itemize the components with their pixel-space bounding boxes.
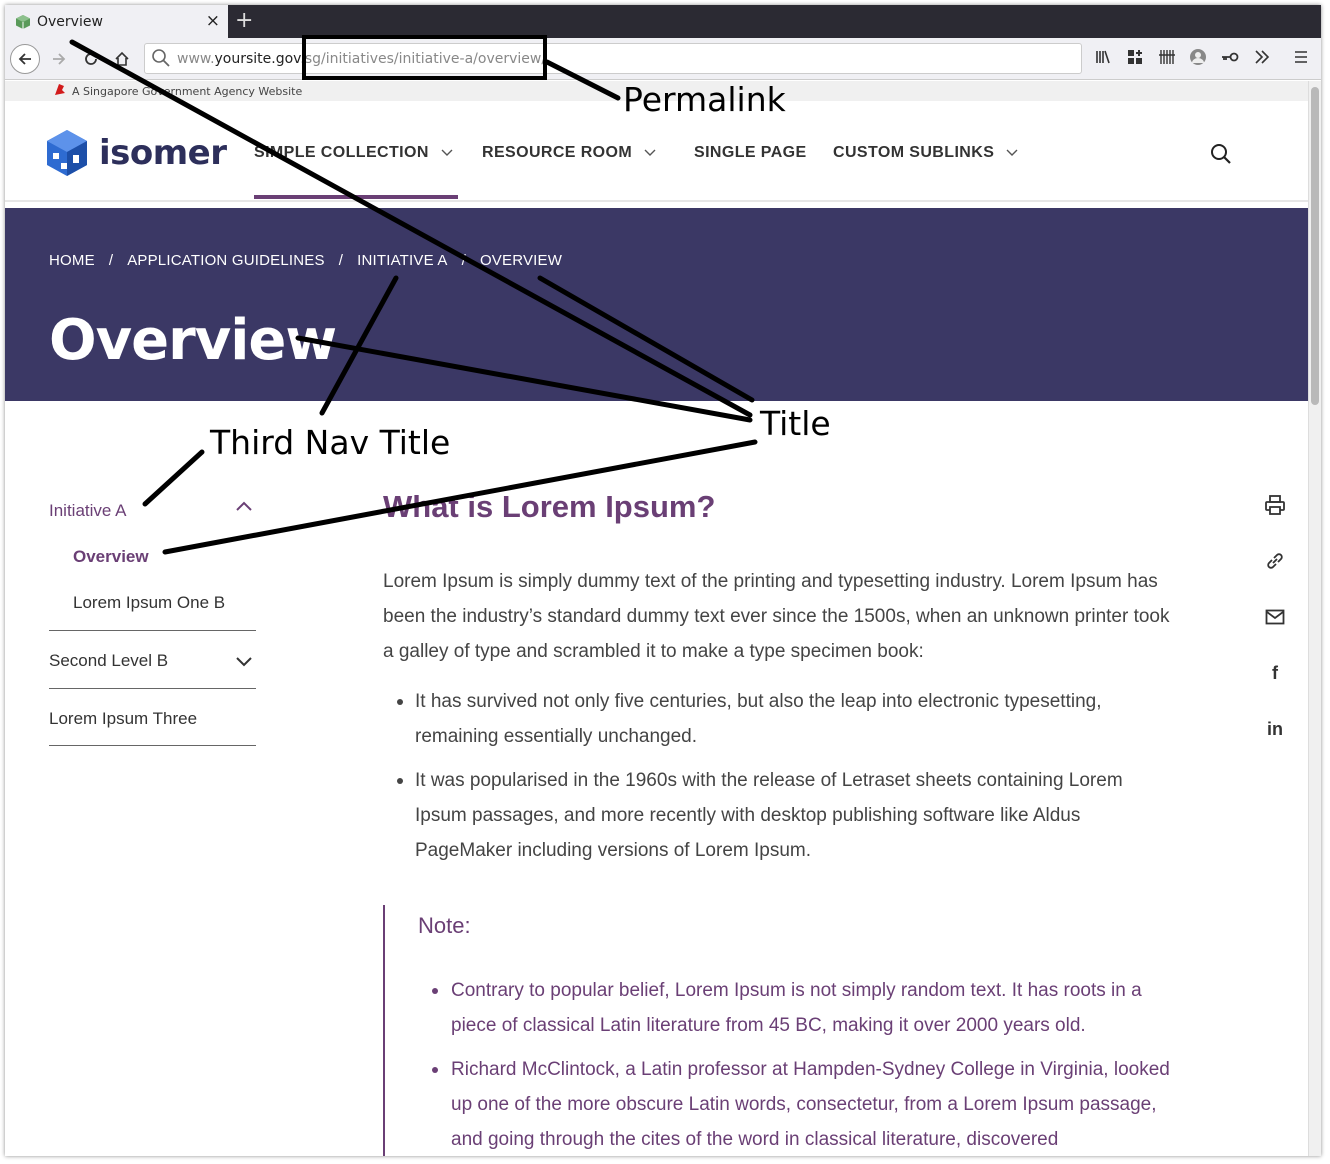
- breadcrumb-application-guidelines[interactable]: APPLICATION GUIDELINES: [127, 252, 325, 269]
- menu-icon[interactable]: [1293, 48, 1309, 70]
- content-heading: What is Lorem Ipsum?: [383, 489, 716, 524]
- home-button[interactable]: [108, 45, 136, 73]
- breadcrumb: HOME / APPLICATION GUIDELINES / INITIATIVE A…: [49, 252, 562, 269]
- search-icon: [152, 49, 170, 67]
- sidebar-divider: [49, 745, 256, 746]
- note-title: Note:: [418, 913, 471, 938]
- page-hero: HOME / APPLICATION GUIDELINES / INITIATIVE A…: [5, 208, 1308, 401]
- nav-label: SINGLE PAGE: [694, 144, 807, 161]
- note-bullet-list: Contrary to popular belief, Lorem Ipsum …: [418, 973, 1178, 1156]
- nav-label: SIMPLE COLLECTION: [254, 144, 429, 161]
- site-search-button[interactable]: [1210, 143, 1232, 169]
- sidebar-item-lorem-ipsum-one-b[interactable]: Lorem Ipsum One B: [73, 593, 225, 613]
- scrollbar-thumb[interactable]: [1311, 87, 1319, 405]
- chevron-down-icon: [640, 145, 656, 160]
- tab-overview[interactable]: Overview ×: [5, 5, 228, 38]
- content-paragraph: Lorem Ipsum is simply dummy text of the …: [383, 571, 1170, 662]
- tab-close-icon[interactable]: ×: [206, 11, 220, 31]
- arrow-right-icon: [53, 53, 66, 65]
- sidebar-item-overview[interactable]: Overview: [73, 547, 149, 567]
- chevron-up-icon[interactable]: [235, 499, 253, 517]
- linkedin-icon: in: [1267, 718, 1283, 739]
- new-tab-button[interactable]: +: [235, 8, 253, 33]
- reload-button[interactable]: [77, 45, 105, 73]
- tab-bar: Overview × +: [5, 5, 1321, 38]
- sidebar-item-lorem-ipsum-three[interactable]: Lorem Ipsum Three: [49, 709, 197, 729]
- search-icon: [1211, 144, 1231, 164]
- nav-resource-room[interactable]: RESOURCE ROOM: [482, 144, 656, 162]
- copy-link-button[interactable]: [1263, 549, 1287, 573]
- email-share-button[interactable]: [1263, 605, 1287, 629]
- note-callout: Note: Contrary to popular belief, Lorem …: [383, 905, 1183, 1156]
- isomer-logo-icon: [47, 130, 87, 176]
- nav-label: RESOURCE ROOM: [482, 144, 633, 161]
- tab-title: Overview: [37, 13, 103, 30]
- site-header: isomer SIMPLE COLLECTION RESOURCE ROOM S…: [5, 101, 1308, 202]
- reload-icon: [85, 53, 97, 65]
- page-scrollbar[interactable]: [1308, 81, 1321, 1156]
- key-icon[interactable]: [1220, 48, 1240, 70]
- facebook-share-button[interactable]: f: [1263, 661, 1287, 685]
- content-bullet-list: It has survived not only five centuries,…: [383, 684, 1173, 877]
- chevron-down-icon: [437, 145, 453, 160]
- list-item: It has survived not only five centuries,…: [383, 684, 1173, 754]
- nav-single-page[interactable]: SINGLE PAGE: [694, 144, 807, 162]
- chevron-down-icon[interactable]: [235, 655, 253, 673]
- home-icon: [115, 51, 129, 66]
- barcode-icon[interactable]: [1158, 48, 1176, 70]
- gov-banner-text: A Singapore Government Agency Website: [72, 84, 303, 98]
- chevron-down-icon: [1002, 145, 1018, 160]
- address-bar[interactable]: www.yoursite.gov.sg/initiatives/initiati…: [144, 43, 1082, 74]
- third-nav-title[interactable]: Initiative A: [49, 501, 127, 521]
- nav-label: CUSTOM SUBLINKS: [833, 144, 995, 161]
- linkedin-share-button[interactable]: in: [1263, 717, 1287, 741]
- nav-simple-collection[interactable]: SIMPLE COLLECTION: [254, 144, 453, 162]
- print-icon: [1265, 495, 1285, 515]
- lion-icon: [53, 83, 66, 99]
- isomer-favicon-icon: [16, 14, 30, 29]
- url-hidden-part: sg: [304, 51, 322, 67]
- list-item: It was popularised in the 1960s with the…: [383, 763, 1173, 868]
- breadcrumb-initiative-a[interactable]: INITIATIVE A: [357, 252, 447, 269]
- url-domain: yoursite.gov.: [214, 51, 305, 67]
- sidebar-divider: [49, 688, 256, 689]
- site-logo[interactable]: isomer: [45, 128, 227, 178]
- browser-toolbar: www.yoursite.gov.sg/initiatives/initiati…: [5, 38, 1321, 80]
- breadcrumb-separator: /: [461, 252, 466, 269]
- browser-window: Overview × + www.yoursite.gov.sg/initiat…: [5, 5, 1321, 1156]
- url-www: www.: [177, 51, 215, 67]
- url-text: www.yoursite.gov.sg/initiatives/initiati…: [177, 51, 546, 67]
- link-icon: [1267, 553, 1283, 569]
- breadcrumb-separator: /: [338, 252, 344, 269]
- sidebar-divider: [49, 630, 256, 631]
- overflow-icon[interactable]: [1254, 48, 1270, 70]
- sidebar-item-second-level-b[interactable]: Second Level B: [49, 651, 168, 671]
- breadcrumb-overview[interactable]: OVERVIEW: [480, 252, 562, 269]
- list-item: Contrary to popular belief, Lorem Ipsum …: [418, 973, 1178, 1043]
- list-item: Richard McClintock, a Latin professor at…: [418, 1052, 1178, 1156]
- print-button[interactable]: [1263, 493, 1287, 517]
- forward-button[interactable]: [45, 45, 73, 73]
- breadcrumb-home[interactable]: HOME: [49, 252, 95, 269]
- page-title: Overview: [49, 308, 337, 373]
- nav-custom-sublinks[interactable]: CUSTOM SUBLINKS: [833, 144, 1018, 162]
- avatar-icon[interactable]: [1189, 48, 1207, 70]
- breadcrumb-separator: /: [108, 252, 114, 269]
- facebook-icon: f: [1272, 662, 1278, 683]
- library-icon[interactable]: [1094, 48, 1112, 70]
- mail-icon: [1265, 609, 1285, 625]
- extensions-icon[interactable]: [1126, 48, 1144, 70]
- nav-active-indicator: [254, 195, 458, 199]
- back-button[interactable]: [10, 44, 40, 74]
- url-path: /initiatives/initiative-a/overview/: [321, 51, 547, 67]
- logo-wordmark: isomer: [99, 133, 227, 173]
- gov-banner: A Singapore Government Agency Website: [5, 81, 1308, 101]
- arrow-left-icon: [18, 53, 31, 65]
